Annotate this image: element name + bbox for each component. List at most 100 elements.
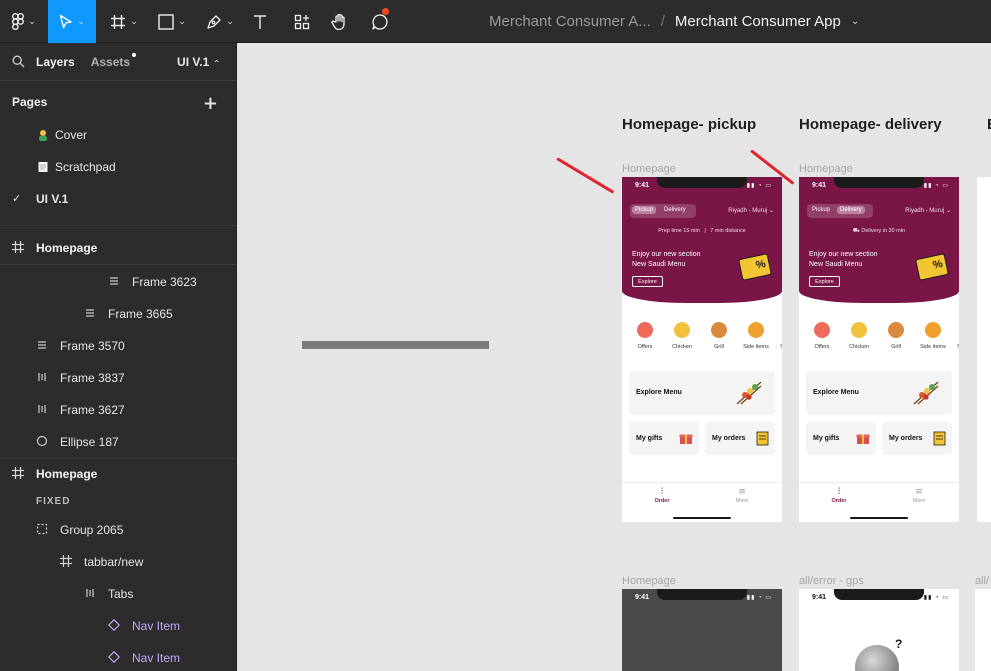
layer-frame-3623[interactable]: Frame 3623: [0, 266, 236, 298]
shape-tool-icon: [158, 13, 174, 30]
kebab-skewer-icon: [735, 380, 763, 406]
my-gifts-label: My gifts: [813, 435, 840, 442]
layer-homepage-2[interactable]: Homepage: [0, 458, 236, 490]
order-mode-toggle[interactable]: Pickup Delivery: [630, 204, 696, 218]
tab-more[interactable]: ≡ More: [899, 487, 939, 504]
frame-label[interactable]: all/error - gps: [799, 575, 864, 587]
layer-frame-3837[interactable]: Frame 3837: [0, 362, 236, 394]
version-selector[interactable]: UI V.1 ⌃: [177, 55, 220, 69]
category-s-icon: [774, 322, 782, 338]
frame-tool-button[interactable]: ⌄: [104, 0, 144, 43]
layer-frame-3570[interactable]: Frame 3570: [0, 330, 236, 362]
order-mode-toggle[interactable]: Pickup Delivery: [807, 204, 873, 218]
home-indicator: [850, 517, 908, 519]
explore-button[interactable]: Explore: [809, 276, 840, 287]
page-item-cover[interactable]: Cover: [0, 119, 236, 151]
category-grill[interactable]: Grill: [701, 322, 737, 350]
grill-icon: [711, 322, 727, 338]
tab-layers[interactable]: Layers: [36, 55, 75, 69]
layer-frame-3665[interactable]: Frame 3665: [0, 298, 236, 330]
resources-button[interactable]: [288, 0, 316, 43]
phone-frame-delivery[interactable]: 9:41 ▮▮ ◔ ▭ Pickup Delivery Riyadh - Mur…: [799, 177, 959, 522]
category-s[interactable]: S: [764, 322, 782, 350]
main-menu-button[interactable]: ⌄: [0, 0, 48, 43]
category-chicken[interactable]: Chicken: [664, 322, 700, 350]
pickup-meta: Prep time 15 min | 7 min distance: [622, 228, 782, 234]
design-canvas[interactable]: Homepage- pickup Homepage 9:41 ▮▮ ◔ ▭ Pi…: [237, 43, 991, 671]
breadcrumb-separator: /: [660, 13, 665, 30]
page-item-ui-v1[interactable]: ✓ UI V.1: [0, 183, 236, 215]
frame-label[interactable]: Homepage: [799, 163, 853, 175]
breadcrumb-parent[interactable]: Merchant Consumer A...: [489, 13, 651, 30]
seg-delivery[interactable]: Delivery: [664, 207, 686, 213]
my-orders-card[interactable]: My orders: [705, 422, 775, 455]
chevron-down-icon[interactable]: ⌄: [851, 16, 859, 27]
hand-tool-button[interactable]: [326, 0, 354, 43]
add-page-icon[interactable]: +: [203, 93, 218, 114]
seg-pickup[interactable]: Pickup: [632, 206, 657, 214]
explore-menu-card[interactable]: Explore Menu: [629, 371, 775, 415]
frame-title-partial[interactable]: E: [987, 116, 991, 133]
pen-tool-button[interactable]: ⌄: [200, 0, 240, 43]
layer-label: Homepage: [36, 241, 98, 255]
layer-tabs[interactable]: Tabs: [0, 578, 236, 610]
comment-icon: [371, 13, 389, 31]
category-chicken[interactable]: Chicken: [841, 322, 877, 350]
layer-label: Frame 3837: [60, 371, 125, 385]
frame-label[interactable]: all/: [975, 575, 989, 587]
status-time: 9:41: [812, 182, 827, 189]
category-grill[interactable]: Grill: [878, 322, 914, 350]
tab-order[interactable]: ⫶ Order: [642, 487, 682, 504]
frame-label[interactable]: Homepage: [622, 575, 676, 587]
location-selector[interactable]: Riyadh - Muruj ⌄: [728, 207, 774, 214]
category-offers[interactable]: Offers: [627, 322, 663, 350]
location-selector[interactable]: Riyadh - Muruj ⌄: [905, 207, 951, 214]
frame-title[interactable]: Homepage- pickup: [622, 116, 756, 133]
frame-icon: [12, 467, 26, 481]
layer-homepage[interactable]: Homepage: [0, 232, 236, 264]
horizontal-stack-icon: [36, 403, 50, 417]
canvas-gray-bar[interactable]: [302, 341, 489, 349]
phone-frame-partial[interactable]: [977, 177, 991, 522]
seg-pickup[interactable]: Pickup: [812, 207, 830, 213]
tab-more[interactable]: ≡ More: [722, 487, 762, 504]
page-item-scratchpad[interactable]: Scratchpad: [0, 151, 236, 183]
file-title[interactable]: Merchant Consumer App: [675, 13, 841, 30]
chevron-down-icon: ⌄: [77, 16, 85, 27]
my-orders-card[interactable]: My orders: [882, 422, 952, 455]
my-gifts-card[interactable]: My gifts: [806, 422, 876, 455]
version-label: UI V.1: [177, 55, 210, 69]
page-label: UI V.1: [36, 192, 69, 206]
layer-nav-item[interactable]: Nav Item: [0, 610, 236, 642]
my-gifts-card[interactable]: My gifts: [629, 422, 699, 455]
phone-frame-partial[interactable]: [975, 589, 991, 671]
layer-nav-item[interactable]: Nav Item: [0, 642, 236, 671]
explore-menu-card[interactable]: Explore Menu: [806, 371, 952, 415]
frame-label[interactable]: Homepage: [622, 163, 676, 175]
category-s[interactable]: S: [941, 322, 959, 350]
signal-battery-icon: ▮▮ ◔ ▭: [746, 595, 772, 601]
receipt-icon: [933, 431, 946, 446]
phone-frame-pickup[interactable]: 9:41 ▮▮ ◔ ▭ Pickup Delivery Riyadh - Mur…: [622, 177, 782, 522]
figma-window: ⌄ ⌄ ⌄ ⌄ ⌄ Merchant Consumer A... / Merch…: [0, 0, 991, 671]
move-tool-button[interactable]: ⌄: [48, 0, 96, 43]
tab-assets[interactable]: Assets: [91, 52, 137, 69]
category-offers[interactable]: Offers: [804, 322, 840, 350]
layer-ellipse-187[interactable]: Ellipse 187: [0, 426, 236, 458]
layer-frame-3627[interactable]: Frame 3627: [0, 394, 236, 426]
status-time: 9:41: [635, 594, 650, 601]
search-icon[interactable]: [12, 55, 26, 69]
layer-group-2065[interactable]: Group 2065: [0, 514, 236, 546]
explore-button[interactable]: Explore: [632, 276, 663, 287]
phone-frame-gps-error[interactable]: 9:41 ▮▮ ◔ ▭ ?: [799, 589, 959, 671]
text-tool-button[interactable]: [246, 0, 274, 43]
frame-title[interactable]: Homepage- delivery: [799, 116, 942, 133]
comment-button[interactable]: [364, 0, 396, 43]
page-label: Cover: [55, 128, 88, 142]
globe-illustration: [855, 645, 899, 671]
tab-order[interactable]: ⫶ Order: [819, 487, 859, 504]
seg-delivery[interactable]: Delivery: [837, 206, 865, 214]
phone-frame-dark[interactable]: 9:41 ▮▮ ◔ ▭: [622, 589, 782, 671]
layer-tabbar-new[interactable]: tabbar/new: [0, 546, 236, 578]
shape-tool-button[interactable]: ⌄: [152, 0, 192, 43]
